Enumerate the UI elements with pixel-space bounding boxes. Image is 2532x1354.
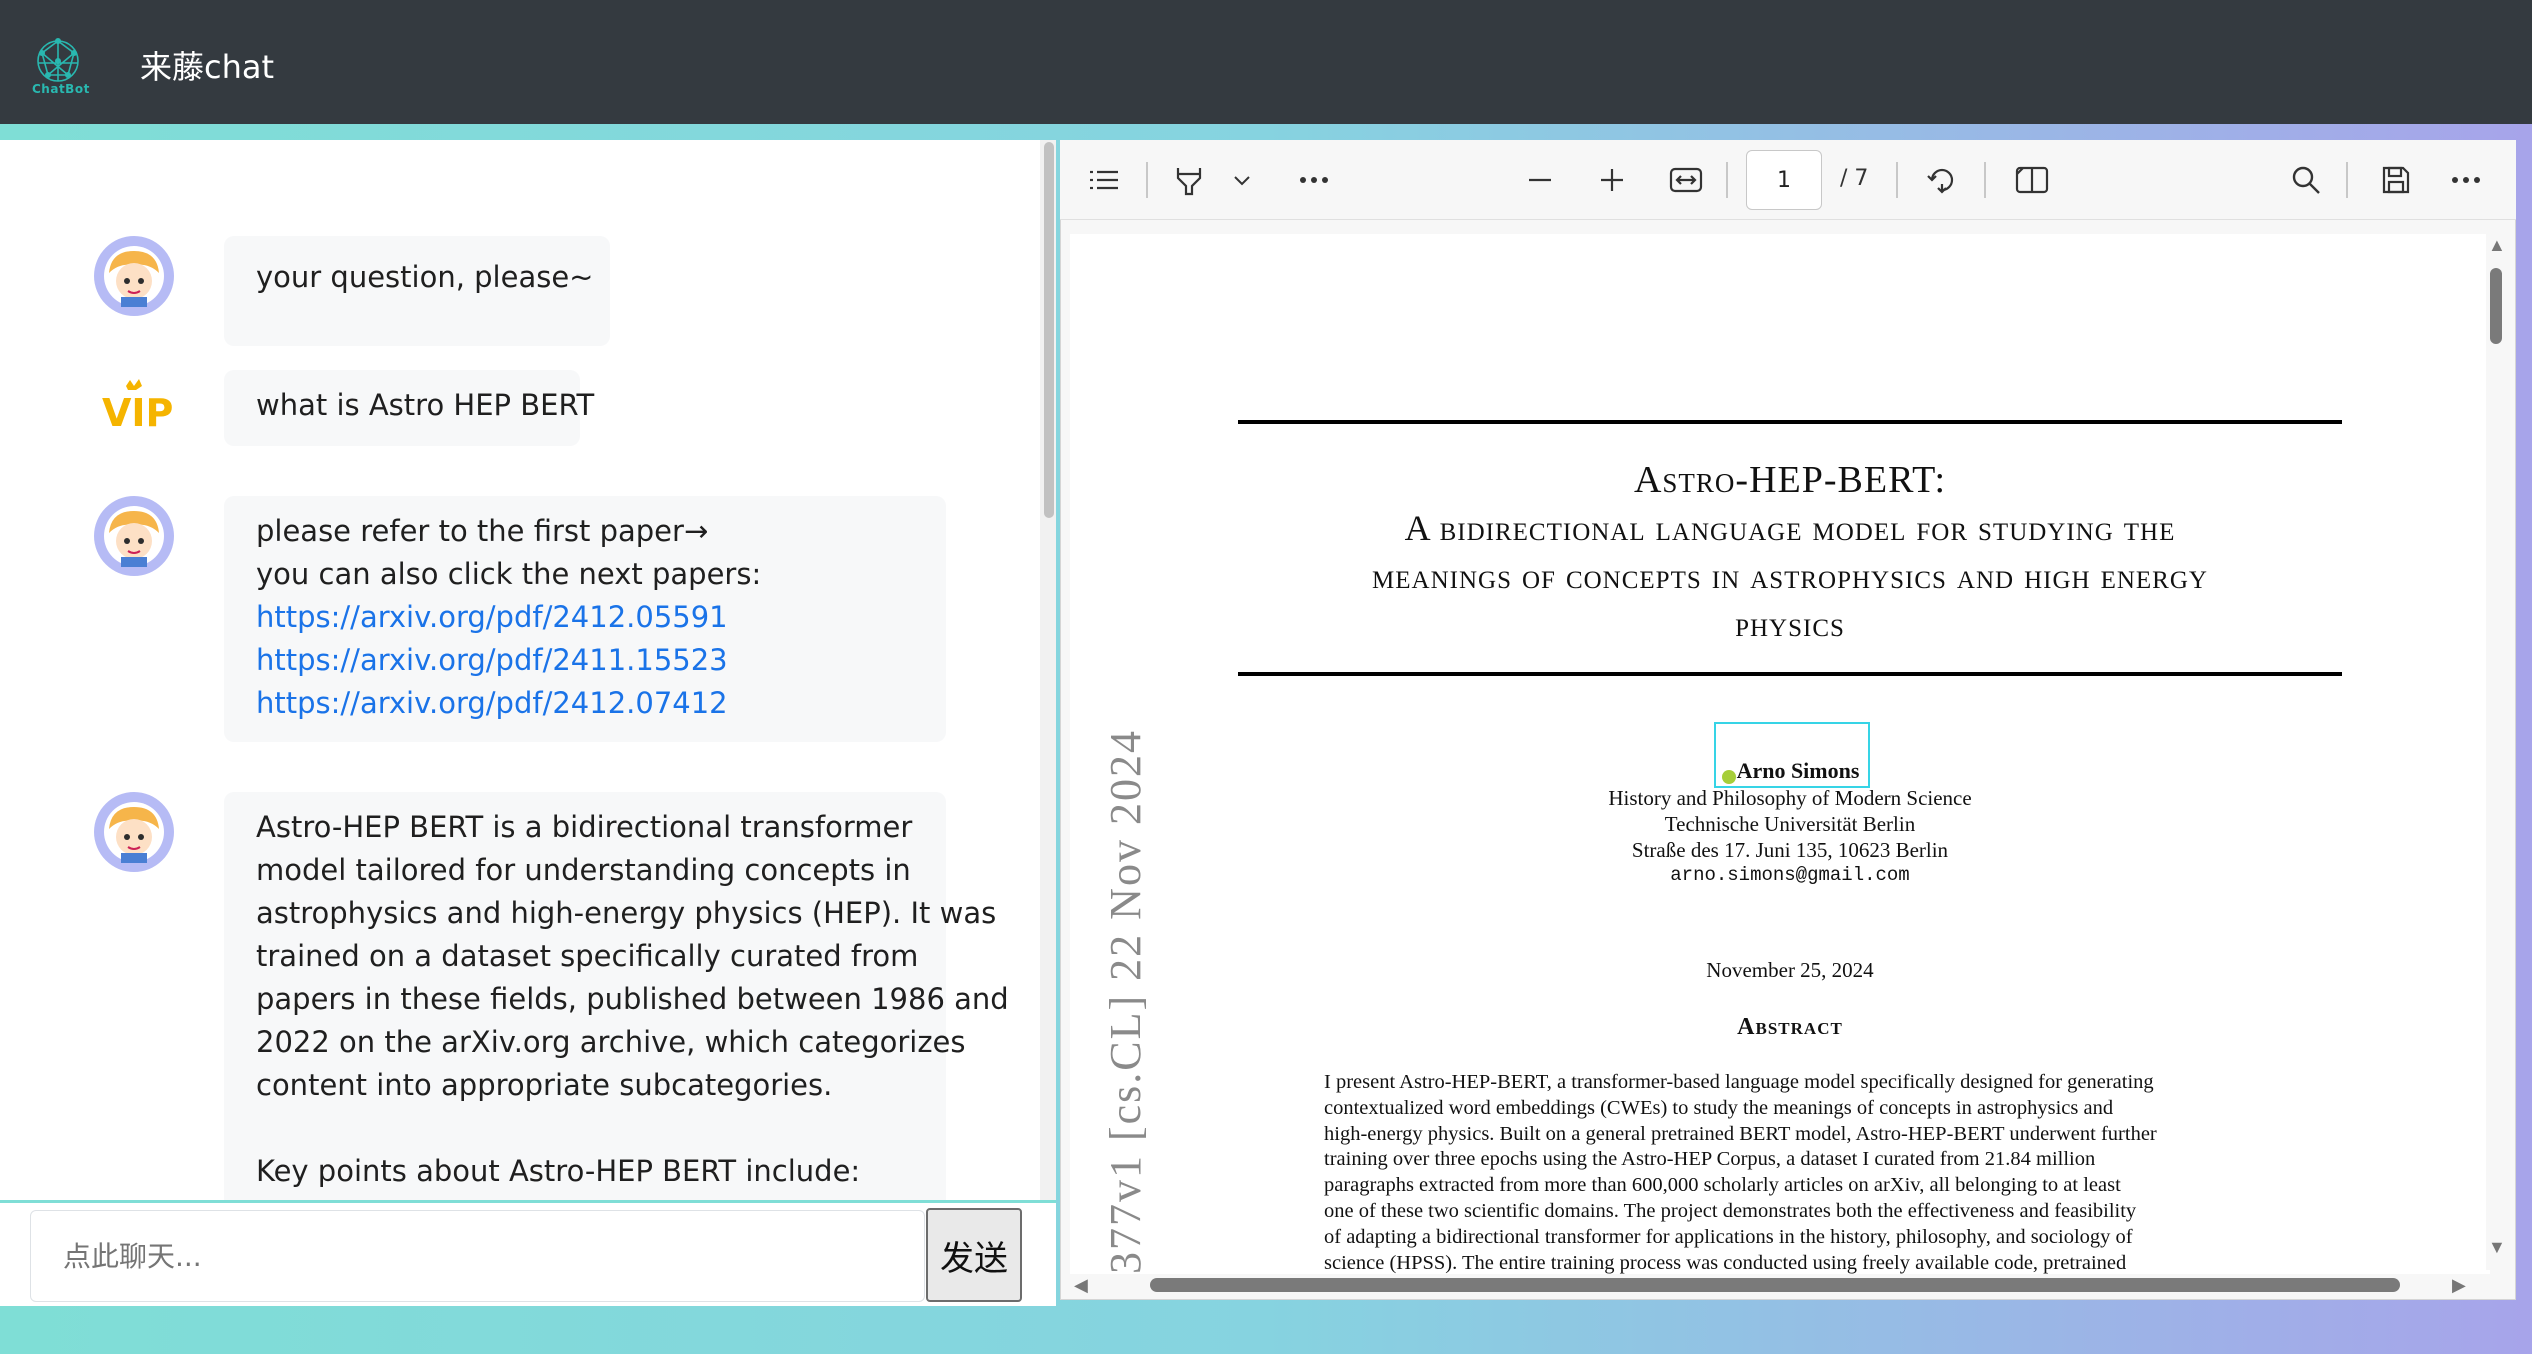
abstract-line: one of these two scientific domains. The… — [1324, 1199, 2137, 1222]
bot-avatar-icon — [104, 506, 164, 567]
paper-title-line: physics — [1735, 604, 1845, 644]
bot-avatar — [94, 792, 174, 872]
message-text: Key points about Astro-HEP BERT include: — [256, 1154, 861, 1188]
toolbar-divider — [1726, 162, 1728, 198]
logo-text: ChatBot — [32, 82, 90, 96]
fit-width-icon[interactable] — [1666, 160, 1706, 200]
bot-avatar-icon — [104, 246, 164, 307]
message-text: please refer to the first paper→ — [256, 514, 709, 548]
message-text: model tailored for understanding concept… — [256, 853, 911, 887]
bot-message-bubble: please refer to the first paper→ you can… — [224, 496, 946, 742]
page-total: / 7 — [1840, 166, 1869, 191]
title-rule-bottom — [1238, 672, 2342, 676]
scroll-left-arrow-icon[interactable]: ◀ — [1074, 1276, 1088, 1294]
abstract-line: training over three epochs using the Ast… — [1324, 1148, 2096, 1171]
bot-avatar-icon — [104, 802, 164, 863]
message-text: trained on a dataset specifically curate… — [256, 939, 919, 973]
abstract-body: I present Astro-HEP-BERT, a transformer-… — [1324, 1070, 2256, 1274]
bot-avatar — [94, 496, 174, 576]
message-text: content into appropriate subcategories. — [256, 1068, 833, 1102]
abstract-line: paragraphs extracted from more than 600,… — [1324, 1174, 2121, 1197]
app-title: 来藤chat — [140, 48, 275, 86]
chat-scrollbar-thumb[interactable] — [1044, 142, 1054, 518]
save-icon[interactable] — [2376, 160, 2416, 200]
chat-panel: your question, please~ VIP what is Astro… — [0, 140, 1040, 1200]
more-icon[interactable] — [1294, 160, 1334, 200]
author-affiliation: History and Philosophy of Modern Science — [1608, 786, 1972, 810]
paper-date: November 25, 2024 — [1706, 958, 1874, 982]
message-text: 2022 on the arXiv.org archive, which cat… — [256, 1025, 966, 1059]
toolbar-divider — [1984, 162, 1986, 198]
paper-title: Astro-HEP-BERT: A bidirectional language… — [1238, 456, 2342, 648]
chat-input[interactable] — [30, 1210, 925, 1302]
vip-badge-icon: VIP — [102, 379, 173, 435]
pdf-page: Astro-HEP-BERT: A bidirectional language… — [1070, 234, 2490, 1274]
chevron-down-icon[interactable] — [1222, 160, 1262, 200]
abstract-line: of adapting a bidirectional transformer … — [1324, 1225, 2133, 1248]
author-affiliation: Technische Universität Berlin — [1664, 812, 1916, 836]
pdf-vertical-scrollbar[interactable] — [2486, 230, 2506, 1270]
paper-title-line: meanings of concepts in astrophysics and… — [1372, 556, 2208, 596]
rotate-icon[interactable] — [1922, 160, 1962, 200]
message-text: your question, please~ — [256, 260, 594, 294]
paper-link[interactable]: https://arxiv.org/pdf/2411.15523 — [256, 639, 914, 682]
send-button[interactable]: 发送 — [926, 1208, 1022, 1302]
message-text: you can also click the next papers: — [256, 557, 762, 591]
author-email: arno.simons@gmail.com — [1670, 864, 1910, 886]
pdf-horizontal-scrollbar-thumb[interactable] — [1150, 1278, 2400, 1292]
zoom-in-icon[interactable] — [1592, 160, 1632, 200]
two-page-icon[interactable] — [2012, 160, 2052, 200]
message-text: what is Astro HEP BERT — [256, 388, 595, 422]
list-icon[interactable] — [1084, 160, 1124, 200]
arxiv-stamp: 377v1 [cs.CL] 22 Nov 2024 — [1101, 729, 1150, 1274]
paper-link[interactable]: https://arxiv.org/pdf/2412.05591 — [256, 596, 914, 639]
bot-message-bubble: your question, please~ — [224, 236, 610, 346]
paper-title-line: Astro-HEP-BERT: — [1633, 459, 1947, 501]
page-number-input[interactable] — [1746, 150, 1822, 210]
scroll-up-arrow-icon[interactable]: ▲ — [2488, 236, 2506, 254]
paper-link[interactable]: https://arxiv.org/pdf/2412.07412 — [256, 682, 914, 725]
search-icon[interactable] — [2286, 160, 2326, 200]
message-text: papers in these fields, published betwee… — [256, 982, 1009, 1016]
toolbar-divider — [2346, 162, 2348, 198]
toolbar-divider — [1146, 162, 1148, 198]
abstract-line: high-energy physics. Built on a general … — [1324, 1122, 2157, 1145]
abstract-line: I present Astro-HEP-BERT, a transformer-… — [1324, 1071, 2154, 1093]
abstract-line: contextualized word embeddings (CWEs) to… — [1324, 1096, 2114, 1119]
message-text: Astro-HEP BERT is a bidirectional transf… — [256, 810, 913, 844]
scroll-down-arrow-icon[interactable]: ▼ — [2488, 1238, 2506, 1256]
vip-badge-text: VIP — [102, 391, 173, 435]
highlighter-icon[interactable] — [1168, 160, 1208, 200]
app-header: ChatBot 来藤chat — [0, 0, 2532, 124]
title-rule-top — [1238, 420, 2342, 424]
bot-message-bubble: Astro-HEP BERT is a bidirectional transf… — [224, 792, 1009, 1200]
abstract-heading: Abstract — [1737, 1014, 1843, 1040]
abstract-line: science (HPSS). The entire training proc… — [1324, 1251, 2127, 1274]
scroll-right-arrow-icon[interactable]: ▶ — [2452, 1276, 2466, 1294]
user-message-bubble: what is Astro HEP BERT — [224, 370, 595, 446]
pdf-vertical-scrollbar-thumb[interactable] — [2490, 268, 2502, 344]
author-affiliation: Straße des 17. Juni 135, 10623 Berlin — [1631, 838, 1949, 862]
message-text: astrophysics and high-energy physics (HE… — [256, 896, 997, 930]
bot-avatar — [94, 236, 174, 316]
zoom-out-icon[interactable] — [1520, 160, 1560, 200]
author-name: Arno Simons — [1736, 758, 1860, 783]
more-icon[interactable] — [2446, 160, 2486, 200]
paper-title-line: A bidirectional language model for study… — [1404, 508, 2176, 548]
toolbar-divider — [1896, 162, 1898, 198]
